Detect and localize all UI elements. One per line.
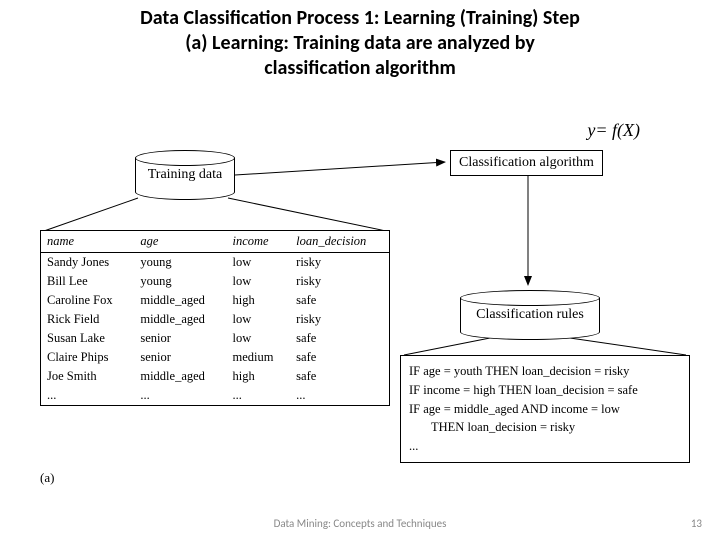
table-cell: Susan Lake	[41, 329, 134, 348]
table-cell: middle_aged	[134, 310, 226, 329]
table-header: age	[134, 231, 226, 253]
footer-text: Data Mining: Concepts and Techniques	[0, 517, 720, 530]
table-row: Joe Smithmiddle_agedhighsafe	[41, 367, 389, 386]
table-cell: ...	[226, 386, 290, 405]
table-cell: low	[226, 272, 290, 291]
table-cell: senior	[134, 348, 226, 367]
training-data-cylinder: Training data	[135, 150, 235, 200]
table-cell: middle_aged	[134, 367, 226, 386]
table-cell: risky	[290, 253, 389, 273]
table-row: Susan Lakeseniorlowsafe	[41, 329, 389, 348]
table-cell: Claire Phips	[41, 348, 134, 367]
classification-rules-cylinder: Classification rules	[460, 290, 600, 340]
classification-rules-label: Classification rules	[476, 307, 584, 323]
rule-line: THEN loan_decision = risky	[431, 418, 681, 437]
classification-algorithm-box: Classification algorithm	[450, 150, 603, 176]
title-line-1: Data Classification Process 1: Learning …	[40, 6, 680, 31]
table-cell: Caroline Fox	[41, 291, 134, 310]
table-cell: high	[226, 367, 290, 386]
cylinder-top-icon	[460, 290, 600, 306]
table-cell: Rick Field	[41, 310, 134, 329]
table-header: loan_decision	[290, 231, 389, 253]
cylinder-top-icon	[135, 150, 235, 166]
table-cell: high	[226, 291, 290, 310]
table-cell: risky	[290, 310, 389, 329]
title-block: Data Classification Process 1: Learning …	[0, 0, 720, 83]
table-cell: low	[226, 253, 290, 273]
table-cell: ...	[134, 386, 226, 405]
subfigure-label: (a)	[40, 470, 54, 486]
table-cell: safe	[290, 329, 389, 348]
table-cell: Sandy Jones	[41, 253, 134, 273]
table-row: Rick Fieldmiddle_agedlowrisky	[41, 310, 389, 329]
table-cell: safe	[290, 348, 389, 367]
table-cell: risky	[290, 272, 389, 291]
rule-line: IF age = middle_aged AND income = low	[409, 400, 681, 419]
table-row: ............	[41, 386, 389, 405]
table-cell: ...	[290, 386, 389, 405]
rule-line: ...	[409, 437, 681, 456]
table-cell: young	[134, 253, 226, 273]
page-number: 13	[691, 517, 702, 530]
table-cell: Joe Smith	[41, 367, 134, 386]
equation-label: y= f(X)	[587, 120, 640, 141]
table-cell: Bill Lee	[41, 272, 134, 291]
table-cell: senior	[134, 329, 226, 348]
table-cell: low	[226, 329, 290, 348]
table-cell: low	[226, 310, 290, 329]
training-data-table: name age income loan_decision Sandy Jone…	[40, 230, 390, 406]
table-cell: medium	[226, 348, 290, 367]
table-row: Bill Leeyounglowrisky	[41, 272, 389, 291]
table-header: income	[226, 231, 290, 253]
title-line-3: classification algorithm	[40, 56, 680, 81]
table-cell: middle_aged	[134, 291, 226, 310]
training-data-label: Training data	[148, 167, 223, 183]
table-cell: ...	[41, 386, 134, 405]
table-cell: safe	[290, 291, 389, 310]
table-row: Caroline Foxmiddle_agedhighsafe	[41, 291, 389, 310]
table-row: Sandy Jonesyounglowrisky	[41, 253, 389, 273]
table-header: name	[41, 231, 134, 253]
table-cell: young	[134, 272, 226, 291]
rule-line: IF income = high THEN loan_decision = sa…	[409, 381, 681, 400]
title-line-2: (a) Learning: Training data are analyzed…	[40, 31, 680, 56]
classification-rules-box: IF age = youth THEN loan_decision = risk…	[400, 355, 690, 463]
table-row: Claire Phipsseniormediumsafe	[41, 348, 389, 367]
classification-algorithm-label: Classification algorithm	[459, 155, 594, 170]
rule-line: IF age = youth THEN loan_decision = risk…	[409, 362, 681, 381]
diagram-area: Training data Classification algorithm C…	[0, 145, 720, 505]
table-cell: safe	[290, 367, 389, 386]
